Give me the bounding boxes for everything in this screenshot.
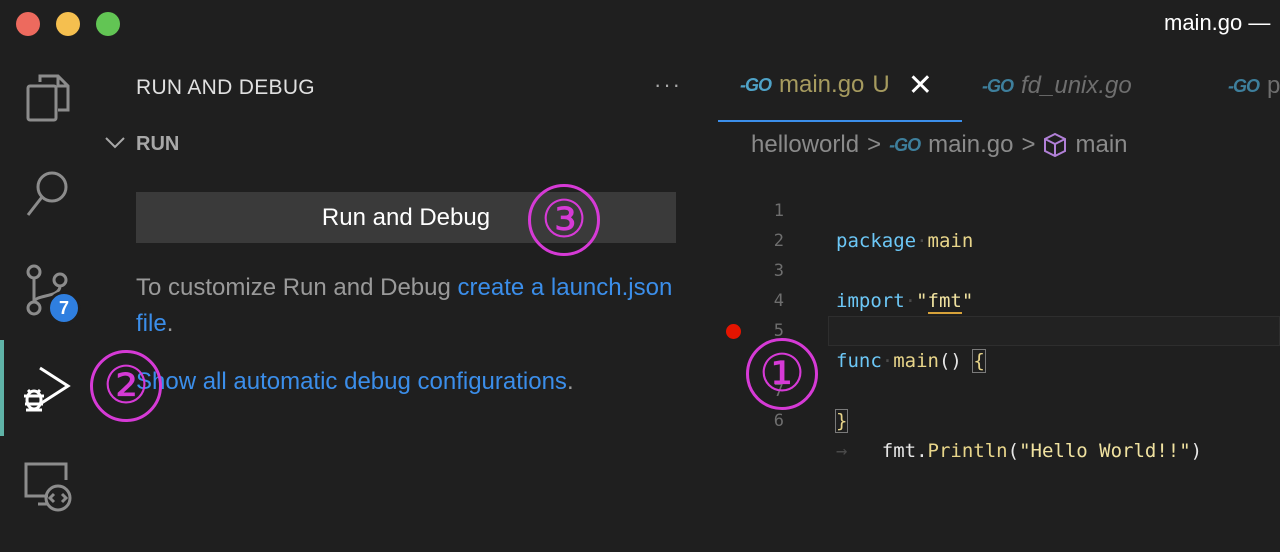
remote-explorer-icon[interactable] [0, 438, 96, 534]
breadcrumb-separator: > [1021, 131, 1036, 158]
breakpoint-icon[interactable] [726, 324, 741, 339]
title-bar: main.go — [0, 0, 1280, 50]
tab-label: main.go [779, 71, 865, 98]
breadcrumb-separator: > [867, 131, 882, 158]
window-title: main.go — [1164, 10, 1271, 35]
explorer-icon[interactable] [0, 50, 96, 146]
annotation-1: ① [746, 338, 818, 410]
show-all-configurations-link[interactable]: Show all automatic debug configurations [136, 368, 567, 395]
symbol-cube-icon [1044, 132, 1067, 158]
section-title-run[interactable]: RUN [136, 133, 179, 156]
show-all-configurations: Show all automatic debug configurations. [136, 368, 574, 396]
close-window-button[interactable] [16, 12, 40, 36]
go-file-icon: -GO [740, 74, 772, 95]
help-text-suffix: . [166, 310, 174, 337]
code-line: 4 [718, 256, 1280, 311]
run-debug-panel: RUN AND DEBUG ··· RUN Run and Debug To c… [96, 50, 718, 552]
tab-label: p [1267, 72, 1280, 99]
annotation-2: ② [90, 350, 162, 422]
help-text: To customize Run and Debug create a laun… [136, 270, 696, 342]
show-all-suffix: . [566, 368, 574, 395]
search-icon[interactable] [0, 146, 96, 242]
go-file-icon: -GO [982, 75, 1014, 96]
tab-partial[interactable]: -GO p [1228, 50, 1280, 122]
run-debug-icon[interactable] [0, 340, 96, 436]
tab-status: U [872, 71, 890, 98]
tab-label: fd_unix.go [1021, 72, 1132, 99]
tab-fd-unix-go[interactable]: -GO fd_unix.go [982, 50, 1132, 122]
breadcrumb: helloworld > -GO main.go > main [751, 130, 1128, 160]
breadcrumb-symbol[interactable]: main [1075, 131, 1127, 159]
go-file-icon: -GO [889, 134, 921, 155]
code-line: 3 import·"fmt" [718, 226, 1280, 314]
code-line: 1 package·main [718, 166, 1280, 252]
chevron-down-icon[interactable] [104, 136, 126, 150]
panel-title: RUN AND DEBUG [136, 76, 315, 99]
go-file-icon: -GO [1228, 75, 1260, 96]
help-text-prefix: To customize Run and Debug [136, 274, 458, 301]
code-line-current: 6 → fmt.Println("Hello World!!") [718, 316, 1280, 462]
source-control-icon[interactable] [0, 242, 96, 338]
annotation-3: ③ [528, 184, 600, 256]
close-icon[interactable]: ✕ [908, 68, 933, 103]
tab-main-go[interactable]: -GO main.go U ✕ [718, 50, 962, 122]
editor-tabs: -GO main.go U ✕ -GO fd_unix.go -GO p [718, 50, 1280, 122]
breadcrumb-folder[interactable]: helloworld [751, 131, 859, 159]
maximize-window-button[interactable] [96, 12, 120, 36]
code-line: 5 func·main() { [718, 286, 1280, 373]
activity-bar: 7 [0, 50, 96, 552]
more-actions-icon[interactable]: ··· [654, 72, 682, 98]
editor-area: -GO main.go U ✕ -GO fd_unix.go -GO p hel… [718, 50, 1280, 552]
minimize-window-button[interactable] [56, 12, 80, 36]
breadcrumb-file[interactable]: main.go [928, 131, 1013, 159]
source-control-badge: 7 [47, 291, 81, 325]
code-line: 2 [718, 196, 1280, 251]
